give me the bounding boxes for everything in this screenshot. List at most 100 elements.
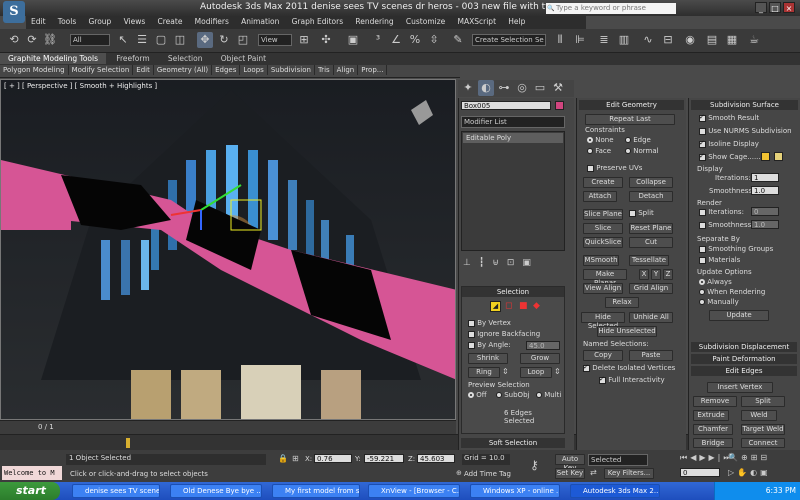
cage-color-swatch[interactable] bbox=[761, 152, 770, 161]
modifier-list-select[interactable]: Modifier List bbox=[461, 116, 565, 128]
tab-selection[interactable]: Selection bbox=[160, 53, 211, 64]
snap-toggle-icon[interactable]: ³ bbox=[370, 32, 386, 48]
update-manually-radio[interactable] bbox=[699, 299, 705, 305]
smooth-result-checkbox[interactable] bbox=[699, 113, 706, 122]
perspective-viewport[interactable] bbox=[0, 79, 456, 420]
materials-checkbox[interactable] bbox=[699, 256, 706, 264]
border-mode-icon[interactable]: ◻ bbox=[505, 301, 516, 312]
taskbar-item-my-first-model[interactable]: My first model from s... bbox=[272, 484, 360, 498]
edit-named-selection-icon[interactable]: ✎ bbox=[450, 32, 466, 48]
angle-spinner[interactable]: 45.0 bbox=[526, 341, 560, 350]
time-tag-icon[interactable]: ⊕ bbox=[456, 469, 462, 477]
auto-key-button[interactable]: Auto Key bbox=[555, 454, 585, 472]
render-smoothness-checkbox[interactable] bbox=[699, 221, 706, 229]
window-crossing-icon[interactable]: ◫ bbox=[172, 32, 188, 48]
utilities-tab-icon[interactable]: ⚒ bbox=[550, 80, 566, 96]
menu-edit[interactable]: Edit bbox=[26, 16, 51, 27]
ignore-backfacing-checkbox[interactable] bbox=[468, 330, 475, 338]
reference-coordinate-select[interactable]: View bbox=[258, 34, 292, 46]
key-filters-button[interactable]: Key Filters... bbox=[604, 468, 654, 479]
hide-selected-button[interactable]: Hide Selected bbox=[581, 312, 625, 330]
isoline-display-checkbox[interactable] bbox=[699, 139, 706, 148]
use-nurms-checkbox[interactable] bbox=[699, 127, 706, 135]
select-object-icon[interactable]: ↖ bbox=[115, 32, 131, 48]
ribbon-tris[interactable]: Tris bbox=[315, 65, 334, 75]
tessellate-button[interactable]: Tessellate bbox=[629, 255, 669, 266]
collapse-button[interactable]: Collapse bbox=[629, 177, 673, 188]
loop-button[interactable]: Loop bbox=[520, 367, 552, 378]
detach-button[interactable]: Detach bbox=[629, 191, 673, 202]
key-mode-icon[interactable]: ⇄ bbox=[590, 468, 597, 477]
maxscript-listener[interactable]: Welcome to M bbox=[2, 466, 62, 480]
ribbon-properties[interactable]: Prop... bbox=[358, 65, 388, 75]
preview-subobj-radio[interactable] bbox=[496, 392, 502, 398]
absolute-mode-icon[interactable]: ⊞ bbox=[292, 454, 299, 463]
preview-multi-radio[interactable] bbox=[536, 392, 542, 398]
create-button[interactable]: Create bbox=[583, 177, 623, 188]
percent-snap-icon[interactable]: % bbox=[407, 32, 423, 48]
x-coord-field[interactable]: 0.76 bbox=[314, 454, 352, 463]
minimize-button[interactable]: _ bbox=[755, 2, 767, 13]
time-marker[interactable] bbox=[126, 438, 130, 448]
layer-manager-icon[interactable]: ≣ bbox=[596, 32, 612, 48]
y-coord-field[interactable]: -59.221 bbox=[364, 454, 404, 463]
ribbon-modify-selection[interactable]: Modify Selection bbox=[69, 65, 134, 75]
make-planar-button[interactable]: Make Planar bbox=[583, 269, 627, 287]
edit-geometry-title[interactable]: Edit Geometry bbox=[579, 100, 684, 110]
named-selection-set-select[interactable]: Create Selection Se bbox=[472, 34, 546, 46]
extrude-button[interactable]: Extrude bbox=[693, 410, 729, 421]
tab-object-paint[interactable]: Object Paint bbox=[213, 53, 274, 64]
menu-views[interactable]: Views bbox=[119, 16, 151, 27]
motion-tab-icon[interactable]: ◎ bbox=[514, 80, 530, 96]
weld-button[interactable]: Weld bbox=[741, 410, 777, 421]
constraint-face-radio[interactable] bbox=[587, 148, 593, 154]
taskbar-item-windows-xp[interactable]: Windows XP - online ... bbox=[470, 484, 560, 498]
subdivision-surface-title[interactable]: Subdivision Surface bbox=[691, 100, 798, 110]
key-selection-select[interactable]: Selected bbox=[588, 454, 648, 466]
polygon-mode-icon[interactable]: ■ bbox=[519, 301, 530, 312]
set-key-button[interactable]: Set Key bbox=[555, 468, 585, 479]
repeat-last-button[interactable]: Repeat Last bbox=[585, 114, 675, 125]
taskbar-item-old-denese[interactable]: Old Denese Bye bye ... bbox=[170, 484, 262, 498]
ribbon-edit[interactable]: Edit bbox=[133, 65, 154, 75]
menu-maxscript[interactable]: MAXScript bbox=[453, 16, 502, 27]
by-vertex-checkbox[interactable] bbox=[468, 319, 475, 327]
cage-selected-color-swatch[interactable] bbox=[774, 152, 783, 161]
menu-help[interactable]: Help bbox=[503, 16, 530, 27]
add-time-tag[interactable]: Add Time Tag bbox=[464, 470, 511, 478]
viewport-navigation-controls[interactable]: 🔍⊕⊞⊟ bbox=[728, 453, 770, 462]
preview-off-radio[interactable] bbox=[468, 392, 474, 398]
ring-button[interactable]: Ring bbox=[468, 367, 500, 378]
element-mode-icon[interactable]: ◆ bbox=[533, 301, 544, 312]
link-icon[interactable]: ⛓ bbox=[42, 32, 58, 48]
spinner-snap-icon[interactable]: ⇳ bbox=[426, 32, 442, 48]
ribbon-edges[interactable]: Edges bbox=[212, 65, 241, 75]
update-always-radio[interactable] bbox=[699, 279, 705, 285]
lock-selection-icon[interactable]: 🔒 bbox=[278, 454, 288, 463]
paint-deformation-rollout[interactable]: Paint Deformation bbox=[691, 354, 797, 364]
z-coord-field[interactable]: 45.603 bbox=[417, 454, 455, 463]
object-name-field[interactable]: Box005 bbox=[461, 101, 551, 110]
edit-edges-rollout[interactable]: Edit Edges bbox=[691, 366, 797, 376]
move-icon[interactable]: ✥ bbox=[197, 32, 213, 48]
preserve-uvs-checkbox[interactable] bbox=[587, 164, 594, 172]
render-iterations-checkbox[interactable] bbox=[699, 208, 706, 216]
smoothness-spinner[interactable]: 1.0 bbox=[751, 186, 779, 195]
curve-editor-icon[interactable]: ∿ bbox=[640, 32, 656, 48]
subdivision-displacement-rollout[interactable]: Subdivision Displacement bbox=[691, 342, 797, 352]
rendered-frame-icon[interactable]: ▦ bbox=[724, 32, 740, 48]
constraint-none-radio[interactable] bbox=[587, 137, 593, 143]
grid-align-button[interactable]: Grid Align bbox=[629, 283, 673, 294]
select-by-name-icon[interactable]: ☰ bbox=[134, 32, 150, 48]
menu-modifiers[interactable]: Modifiers bbox=[190, 16, 234, 27]
render-production-icon[interactable]: ☕ bbox=[746, 32, 762, 48]
viewport-orbit-controls[interactable]: ▷✋◐▣ bbox=[728, 468, 771, 477]
display-tab-icon[interactable]: ▭ bbox=[532, 80, 548, 96]
playback-controls[interactable]: ⏮◀▶▶|⏭ bbox=[680, 453, 734, 463]
render-setup-icon[interactable]: ▤ bbox=[704, 32, 720, 48]
hide-unselected-button[interactable]: Hide Unselected bbox=[597, 326, 657, 337]
create-tab-icon[interactable]: ✦ bbox=[460, 80, 476, 96]
tab-freeform[interactable]: Freeform bbox=[108, 53, 157, 64]
maximize-button[interactable]: □ bbox=[769, 2, 781, 13]
view-align-button[interactable]: View Align bbox=[583, 283, 623, 294]
